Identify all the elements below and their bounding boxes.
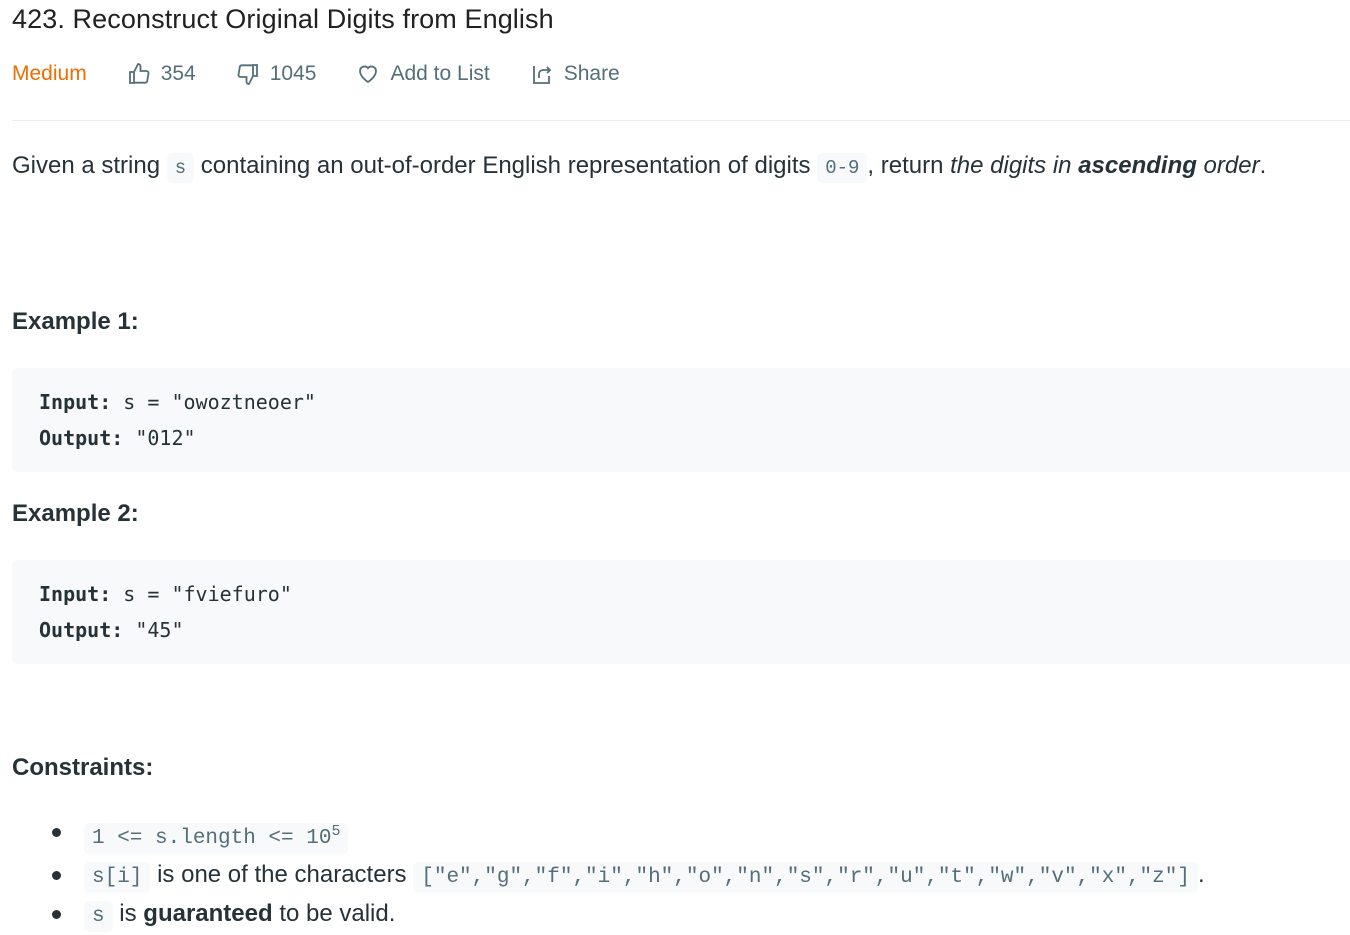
constraint-text: to be valid. <box>272 900 396 927</box>
example-1-heading: Example 1: <box>12 308 139 335</box>
output-value: "45" <box>123 618 184 642</box>
constraint-item: s is guaranteed to be valid. <box>52 896 1205 935</box>
constraint-code: 1 <= s.length <= 105 <box>84 823 349 854</box>
desc-italic: order <box>1196 152 1260 179</box>
constraint-code: s[i] <box>84 862 151 893</box>
output-label: Output: <box>39 426 124 450</box>
constraint-text: is one of the characters <box>150 861 414 888</box>
heart-icon <box>359 65 378 84</box>
desc-bold: ascending <box>1078 152 1197 179</box>
desc-italic: the digits in <box>950 152 1079 179</box>
problem-title: 423. Reconstruct Original Digits from En… <box>12 4 554 34</box>
desc-text: Given a string <box>12 152 167 179</box>
input-value: s = "owoztneoer" <box>111 390 316 414</box>
constraint-text: is <box>112 900 144 927</box>
add-to-list-button[interactable]: Add to List <box>356 62 490 86</box>
share-label: Share <box>563 62 620 85</box>
constraint-item: 1 <= s.length <= 105 <box>52 814 1205 857</box>
problem-meta-bar: Medium 354 1045 Add to List Share <box>12 62 660 86</box>
inline-code-s: s <box>166 153 195 183</box>
example-1-block: Input: s = "owoztneoer" Output: "012" <box>12 368 1350 472</box>
input-label: Input: <box>39 390 112 414</box>
share-icon <box>532 66 551 84</box>
input-label: Input: <box>39 582 112 606</box>
example-2-heading: Example 2: <box>12 500 139 527</box>
dislike-count: 1045 <box>269 62 317 85</box>
constraint-code: s <box>84 901 113 932</box>
desc-text: containing an out-of-order English repre… <box>194 152 818 179</box>
input-value: s = "fviefuro" <box>111 582 292 606</box>
output-value: "012" <box>123 426 196 450</box>
inline-code-range: 0-9 <box>817 153 868 183</box>
share-button[interactable]: Share <box>530 62 620 86</box>
problem-description: Given a string s containing an out-of-or… <box>12 148 1350 186</box>
constraint-bold: guaranteed <box>143 900 273 927</box>
constraints-heading: Constraints: <box>12 754 154 781</box>
example-2-block: Input: s = "fviefuro" Output: "45" <box>12 560 1350 664</box>
constraint-code: ["e","g","f","i","h","o","n","s","r","u"… <box>413 862 1198 893</box>
like-count: 354 <box>160 62 196 85</box>
dislike-button[interactable]: 1045 <box>236 62 317 86</box>
like-button[interactable]: 354 <box>127 62 196 86</box>
desc-text: . <box>1259 152 1267 179</box>
constraint-text: . <box>1197 861 1205 888</box>
output-label: Output: <box>39 618 124 642</box>
thumbs-up-icon <box>128 63 150 84</box>
difficulty-badge: Medium <box>12 62 87 85</box>
desc-text: , return <box>867 152 951 179</box>
header-divider <box>12 120 1350 121</box>
add-to-list-label: Add to List <box>390 62 490 85</box>
constraint-item: s[i] is one of the characters ["e","g","… <box>52 857 1205 896</box>
thumbs-down-icon <box>237 64 258 85</box>
constraints-list: 1 <= s.length <= 105 s[i] is one of the … <box>12 814 1205 935</box>
